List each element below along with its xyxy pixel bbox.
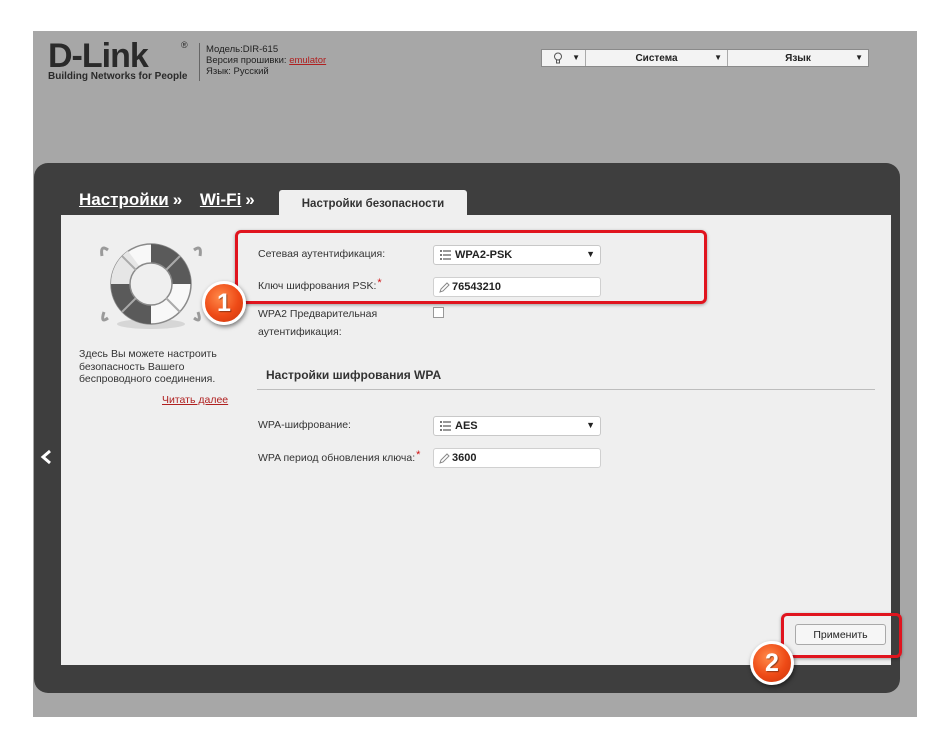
- wpa-cipher-select[interactable]: AES ▼: [433, 416, 601, 436]
- help-description: Здесь Вы можете настроить безопасность В…: [79, 348, 217, 385]
- chevron-down-icon: ▼: [586, 420, 595, 430]
- wpa-cipher-value: AES: [455, 420, 478, 432]
- logo-tagline: Building Networks for People: [48, 71, 188, 82]
- preauth-checkbox[interactable]: [433, 307, 444, 318]
- language-text: Язык: Русский: [206, 66, 269, 77]
- header-divider: [199, 43, 200, 81]
- wpa-cipher-label: WPA-шифрование:: [258, 419, 351, 431]
- language-menu-label: Язык: [785, 52, 811, 64]
- tab-security-settings[interactable]: Настройки безопасности: [279, 190, 467, 217]
- chevron-down-icon: ▼: [714, 53, 722, 62]
- firmware-line: Версия прошивки: emulator: [206, 55, 326, 66]
- section-divider: [257, 389, 875, 390]
- dlink-logo: D-Link ® Building Networks for People: [48, 38, 193, 86]
- firmware-link[interactable]: emulator: [289, 55, 326, 66]
- list-icon: [440, 421, 451, 431]
- notifications-menu[interactable]: ▼: [542, 50, 586, 66]
- breadcrumb-separator: »: [172, 190, 183, 209]
- chevron-down-icon: ▼: [572, 53, 580, 62]
- top-toolbar: ▼ Система ▼ Язык ▼: [541, 49, 869, 67]
- rekey-label-text: WPA период обновления ключа:: [258, 452, 416, 464]
- lightbulb-icon: [553, 52, 562, 64]
- preauth-label-line2: аутентификация:: [258, 326, 342, 338]
- breadcrumb-settings[interactable]: Настройки: [79, 190, 169, 209]
- device-info: Модель:DIR-615 Версия прошивки: emulator…: [206, 44, 326, 77]
- model-text: Модель:DIR-615: [206, 44, 279, 55]
- rekey-input[interactable]: 3600: [433, 448, 601, 468]
- logo-text: D-Link: [48, 37, 149, 75]
- pencil-icon: [439, 453, 450, 464]
- logo-registered: ®: [181, 40, 188, 50]
- required-mark: *: [416, 449, 421, 461]
- breadcrumb: Настройки» Wi-Fi»: [79, 190, 260, 210]
- preauth-label-line1: WPA2 Предварительная: [258, 308, 378, 320]
- breadcrumb-wifi[interactable]: Wi-Fi: [200, 190, 241, 209]
- read-more-link[interactable]: Читать далее: [162, 394, 228, 406]
- highlight-box-1: [235, 230, 707, 304]
- highlight-box-2: [781, 613, 902, 658]
- chevron-down-icon: ▼: [855, 53, 863, 62]
- step-badge-2: 2: [750, 641, 794, 685]
- system-menu-label: Система: [635, 52, 678, 64]
- step-badge-1: 1: [202, 281, 246, 325]
- wpa-section-title: Настройки шифрования WPA: [266, 368, 442, 382]
- rekey-input-value: 3600: [452, 452, 477, 464]
- firmware-label: Версия прошивки:: [206, 55, 287, 66]
- language-menu[interactable]: Язык ▼: [728, 50, 868, 66]
- system-menu[interactable]: Система ▼: [586, 50, 728, 66]
- rekey-label: WPA период обновления ключа:*: [258, 449, 421, 464]
- lifebuoy-icon: [100, 243, 202, 329]
- breadcrumb-separator: »: [245, 190, 255, 209]
- back-arrow-icon[interactable]: [40, 449, 52, 470]
